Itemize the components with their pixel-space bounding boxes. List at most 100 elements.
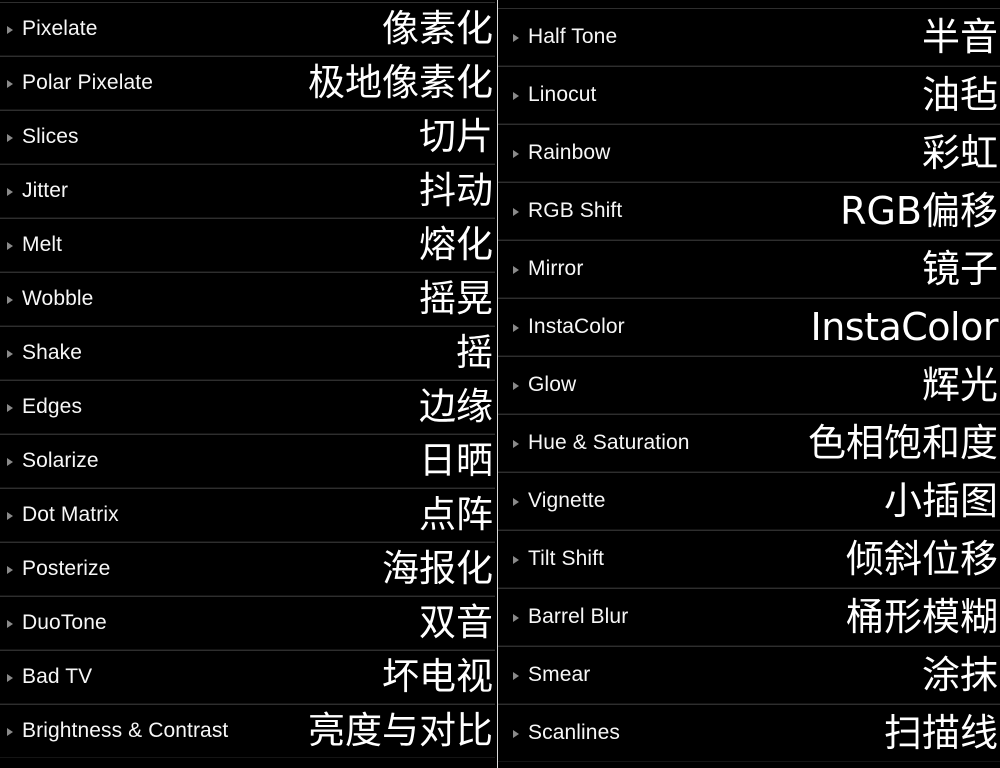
list-item-main: Jitter — [6, 179, 68, 203]
list-item[interactable]: Melt 熔化 — [0, 218, 495, 272]
list-item-label-zh: 双音 — [419, 601, 493, 644]
list-item-main: Dot Matrix — [6, 503, 119, 527]
list-item-label-zh: 坏电视 — [382, 655, 493, 698]
chevron-right-icon[interactable] — [6, 240, 15, 252]
list-item[interactable]: Mirror 镜子 — [498, 240, 1000, 298]
list-item-main: Glow — [512, 373, 576, 397]
list-item[interactable]: Hue & Saturation 色相饱和度 — [498, 414, 1000, 472]
list-item[interactable]: InstaColor InstaColor — [498, 298, 1000, 356]
list-item[interactable]: Scanlines 扫描线 — [498, 704, 1000, 762]
list-item-main: Smear — [512, 663, 590, 687]
list-item-label-en: Vignette — [528, 489, 606, 512]
chevron-right-icon[interactable] — [512, 496, 521, 508]
list-item[interactable]: Glow 辉光 — [498, 356, 1000, 414]
list-item-main: Polar Pixelate — [6, 71, 153, 95]
list-item[interactable]: Rainbow 彩虹 — [498, 124, 1000, 182]
list-item[interactable]: Tilt Shift 倾斜位移 — [498, 530, 1000, 588]
list-item-main: Pixelate — [6, 17, 98, 41]
list-item-label-zh: 涂抹 — [921, 653, 998, 697]
list-item-label-en: Tilt Shift — [528, 547, 605, 570]
list-item-label-zh: 边缘 — [419, 385, 493, 428]
list-item-label-zh: 点阵 — [419, 493, 493, 536]
chevron-right-icon[interactable] — [6, 564, 15, 576]
list-item-main: Vignette — [512, 489, 605, 513]
list-item-main: Half Tone — [512, 25, 617, 49]
list-item-label-zh: RGB偏移 — [840, 189, 998, 233]
list-item[interactable]: RGB Shift RGB偏移 — [498, 182, 1000, 240]
list-item-label-en: RGB Shift — [528, 199, 623, 222]
list-item-label-en: Shake — [22, 341, 83, 364]
chevron-right-icon[interactable] — [6, 186, 15, 198]
chevron-right-icon[interactable] — [6, 510, 15, 522]
list-item-main: Posterize — [6, 557, 110, 581]
list-item[interactable]: Jitter 抖动 — [0, 164, 495, 218]
chevron-right-icon[interactable] — [512, 612, 521, 624]
list-item[interactable]: DuoTone 双音 — [0, 596, 495, 650]
list-item-label-zh: 辉光 — [921, 363, 998, 407]
list-item[interactable]: Bad TV 坏电视 — [0, 650, 495, 704]
list-item-label-en: Mirror — [528, 257, 584, 280]
chevron-right-icon[interactable] — [6, 672, 15, 684]
list-item-label-en: DuoTone — [22, 611, 107, 634]
list-item[interactable]: Pixelate 像素化 — [0, 2, 495, 56]
right-column: Half Tone 半音 Linocut 油毡 Rainbow 彩虹 RGB S… — [497, 0, 1000, 768]
list-item[interactable]: Brightness & Contrast 亮度与对比 — [0, 704, 495, 758]
list-item-label-zh: 彩虹 — [921, 131, 998, 175]
list-item[interactable]: Half Tone 半音 — [498, 8, 1000, 66]
list-item[interactable]: Dot Matrix 点阵 — [0, 488, 495, 542]
list-item-label-en: Scanlines — [528, 721, 620, 744]
chevron-right-icon[interactable] — [512, 32, 521, 44]
list-item-main: DuoTone — [6, 611, 107, 635]
chevron-right-icon[interactable] — [6, 618, 15, 630]
chevron-right-icon[interactable] — [512, 438, 521, 450]
list-item-label-zh: 切片 — [419, 115, 493, 158]
list-item-label-en: Melt — [22, 233, 63, 256]
list-item-main: Scanlines — [512, 721, 620, 745]
list-item[interactable]: Polar Pixelate 极地像素化 — [0, 56, 495, 110]
list-item[interactable]: Slices 切片 — [0, 110, 495, 164]
chevron-right-icon[interactable] — [512, 90, 521, 102]
chevron-right-icon[interactable] — [512, 554, 521, 566]
list-item-label-zh: 亮度与对比 — [308, 709, 493, 752]
list-item[interactable]: Solarize 日晒 — [0, 434, 495, 488]
list-item-main: Hue & Saturation — [512, 431, 690, 455]
list-item-label-zh: 摇 — [456, 331, 493, 374]
list-item-main: Edges — [6, 395, 82, 419]
chevron-right-icon[interactable] — [512, 380, 521, 392]
chevron-right-icon[interactable] — [6, 402, 15, 414]
chevron-right-icon[interactable] — [6, 24, 15, 36]
chevron-right-icon[interactable] — [512, 148, 521, 160]
list-item-main: Linocut — [512, 83, 596, 107]
list-item[interactable]: Vignette 小插图 — [498, 472, 1000, 530]
list-item-main: Rainbow — [512, 141, 610, 165]
chevron-right-icon[interactable] — [512, 728, 521, 740]
chevron-right-icon[interactable] — [6, 726, 15, 738]
list-item-label-zh: 半音 — [921, 15, 998, 59]
list-item-label-en: Rainbow — [528, 141, 611, 164]
list-item[interactable]: Smear 涂抹 — [498, 646, 1000, 704]
filter-list-board: Pixelate 像素化 Polar Pixelate 极地像素化 Slices… — [0, 0, 1000, 768]
list-item-main: Barrel Blur — [512, 605, 628, 629]
list-item[interactable]: Linocut 油毡 — [498, 66, 1000, 124]
list-item[interactable]: Edges 边缘 — [0, 380, 495, 434]
list-item-label-en: InstaColor — [528, 315, 625, 338]
list-item-label-zh: 摇晃 — [419, 277, 493, 320]
list-item-label-en: Wobble — [22, 287, 94, 310]
chevron-right-icon[interactable] — [6, 294, 15, 306]
chevron-right-icon[interactable] — [6, 78, 15, 90]
list-item-label-zh: 扫描线 — [883, 711, 998, 755]
list-item[interactable]: Posterize 海报化 — [0, 542, 495, 596]
list-item-main: Tilt Shift — [512, 547, 604, 571]
chevron-right-icon[interactable] — [512, 322, 521, 334]
chevron-right-icon[interactable] — [512, 670, 521, 682]
chevron-right-icon[interactable] — [512, 264, 521, 276]
chevron-right-icon[interactable] — [6, 456, 15, 468]
list-item[interactable]: Wobble 摇晃 — [0, 272, 495, 326]
chevron-right-icon[interactable] — [512, 206, 521, 218]
list-item[interactable]: Barrel Blur 桶形模糊 — [498, 588, 1000, 646]
list-item-main: Solarize — [6, 449, 99, 473]
chevron-right-icon[interactable] — [6, 348, 15, 360]
list-item[interactable]: Shake 摇 — [0, 326, 495, 380]
list-item-label-en: Slices — [22, 125, 79, 148]
chevron-right-icon[interactable] — [6, 132, 15, 144]
